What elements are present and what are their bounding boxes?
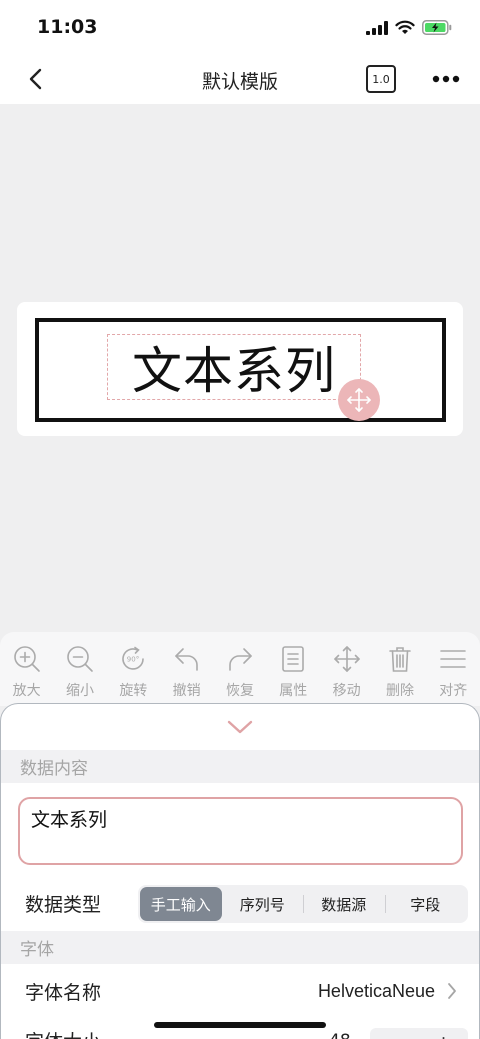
zoom-out-button[interactable]: 缩小: [53, 632, 106, 706]
data-content-header: 数据内容: [1, 750, 479, 783]
move-label: 移动: [332, 683, 361, 699]
nav-bar: 默认模版 1.0: [0, 54, 480, 104]
text-element-content: 文本系列: [132, 342, 336, 400]
status-bar: 11:03: [0, 0, 480, 54]
move-handle[interactable]: [338, 379, 380, 421]
align-icon: [440, 650, 467, 668]
align-button[interactable]: 对齐: [427, 632, 480, 706]
properties-panel: 数据内容 文本系列 数据类型 手工输入 序列号 数据源 字段 字体 字体名称 H…: [0, 703, 480, 1039]
zoom-in-label: 放大: [12, 683, 41, 699]
font-size-label: 字体大小: [25, 1027, 101, 1039]
rotate-label: 旋转: [119, 683, 148, 699]
font-size-value: 48: [329, 1031, 351, 1039]
data-type-selector: 手工输入 序列号 数据源 字段: [138, 885, 468, 923]
undo-button[interactable]: 撤销: [160, 632, 213, 706]
delete-button[interactable]: 删除: [373, 632, 426, 706]
text-element[interactable]: 文本系列: [107, 334, 361, 400]
trash-icon: [389, 647, 411, 672]
home-indicator: [154, 1022, 326, 1028]
page-title: 默认模版: [201, 71, 278, 93]
data-content-input[interactable]: 文本系列: [18, 797, 463, 865]
collapse-panel-button[interactable]: [1, 704, 479, 750]
move-icon: [333, 646, 360, 672]
move-arrows-icon: [347, 388, 371, 412]
undo-icon: [174, 648, 198, 671]
data-type-datasource[interactable]: 数据源: [303, 887, 385, 921]
rotate-button[interactable]: 90° 旋转: [107, 632, 160, 706]
data-type-manual[interactable]: 手工输入: [140, 887, 222, 921]
more-button[interactable]: [428, 64, 464, 94]
wifi-icon: [395, 20, 415, 34]
properties-button[interactable]: 属性: [267, 632, 320, 706]
rotate-badge: 90°: [127, 656, 139, 664]
redo-label: 恢复: [225, 683, 254, 699]
properties-label: 属性: [279, 683, 308, 699]
label-canvas[interactable]: 文本系列: [17, 302, 463, 436]
zoom-out-label: 缩小: [65, 683, 94, 699]
delete-label: 删除: [385, 683, 414, 699]
canvas-area[interactable]: 文本系列: [0, 104, 480, 632]
zoom-out-icon: [67, 646, 93, 672]
font-header: 字体: [1, 931, 479, 964]
scale-label: 1.0: [372, 72, 390, 86]
properties-icon: [282, 646, 305, 672]
battery-charging-icon: [422, 20, 452, 35]
font-name-value: HelveticaNeue: [317, 981, 435, 1001]
chevron-down-icon: [227, 720, 253, 734]
data-type-field[interactable]: 字段: [384, 887, 467, 921]
cellular-signal-icon: [366, 20, 388, 35]
status-time: 11:03: [37, 16, 98, 38]
zoom-in-button[interactable]: 放大: [0, 632, 53, 706]
edit-toolbar: 放大 缩小 90° 旋转 撤销 恢复 属性 移动 删除 对齐: [0, 632, 480, 706]
font-size-decrease-button[interactable]: −: [370, 1028, 419, 1039]
zoom-in-icon: [13, 646, 40, 672]
scale-button[interactable]: 1.0: [366, 65, 396, 93]
redo-icon: [229, 648, 252, 671]
align-label: 对齐: [439, 683, 468, 699]
chevron-right-icon: [448, 983, 456, 999]
rotate-icon: 90°: [122, 646, 145, 670]
undo-label: 撤销: [172, 683, 201, 699]
data-type-row: 数据类型 手工输入 序列号 数据源 字段: [1, 876, 479, 930]
data-type-label: 数据类型: [25, 893, 102, 916]
font-size-increase-button[interactable]: +: [419, 1028, 468, 1039]
font-size-stepper: − +: [370, 1028, 468, 1039]
font-name-label: 字体名称: [25, 982, 102, 1004]
data-type-serial[interactable]: 序列号: [222, 887, 304, 921]
redo-button[interactable]: 恢复: [213, 632, 266, 706]
more-icon: [432, 75, 460, 83]
status-icons: [366, 20, 452, 35]
font-name-row[interactable]: 字体名称 HelveticaNeue: [1, 964, 479, 1019]
move-button[interactable]: 移动: [320, 632, 373, 706]
